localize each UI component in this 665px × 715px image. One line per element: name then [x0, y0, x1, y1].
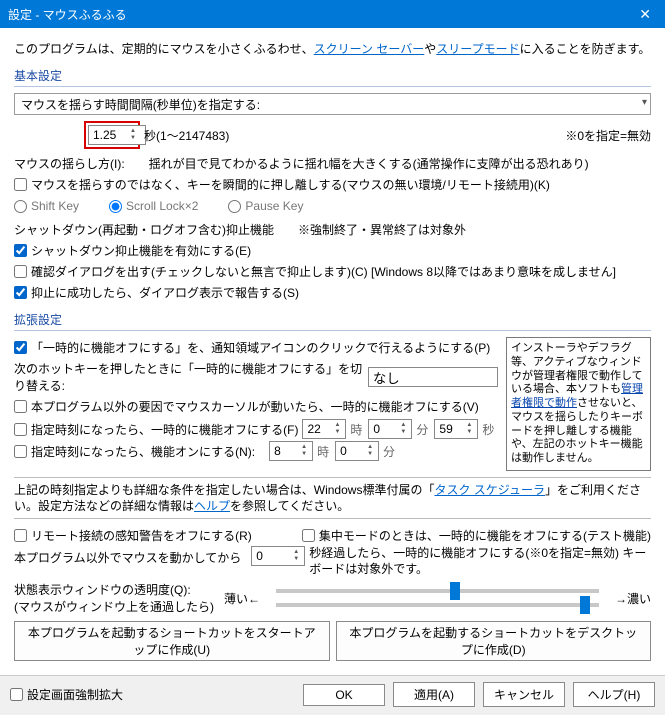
check-force-expand[interactable]: 設定画面強制拡大	[10, 686, 123, 703]
intro-post: に入ることを防ぎます。	[520, 42, 651, 56]
group-ext-label: 拡張設定	[14, 311, 651, 328]
scale-left: 薄い←	[224, 590, 260, 607]
check-time-off-label: 指定時刻になったら、一時的に機能オフにする(F)	[31, 421, 298, 438]
spinner-buttons[interactable]: ▲▼	[367, 444, 373, 458]
link-help-inline[interactable]: ヘルプ	[194, 499, 230, 513]
check-focus-mode-label: 集中モードのときは、一時的に機能をオフにする(テスト機能)	[319, 527, 651, 544]
link-sleepmode[interactable]: スリープモード	[436, 42, 519, 56]
hotkey-input[interactable]	[368, 367, 498, 387]
check-tray-toggle[interactable]: 「一時的に機能オフにする」を、通知領域アイコンのクリックで行えるようにする(P)	[14, 339, 490, 356]
check-time-on[interactable]: 指定時刻になったら、機能オンにする(N):	[14, 443, 255, 460]
interval-unit: 秒(1～2147483)	[144, 127, 229, 144]
hotkey-label: 次のホットキーを押したときに「一時的に機能オフにする」を切り替える:	[14, 360, 364, 394]
check-focus-mode[interactable]: 集中モードのときは、一時的に機能をオフにする(テスト機能)	[302, 527, 651, 544]
btn-create-startup-shortcut[interactable]: 本プログラムを起動するショートカットをスタートアップに作成(U)	[14, 621, 330, 661]
check-other-cursor[interactable]: 本プログラム以外の要因でマウスカーソルが動いたら、一時的に機能オフにする(V)	[14, 398, 479, 415]
interval-combo[interactable]: マウスを揺らす時間間隔(秒単位)を指定する:	[14, 93, 651, 115]
check-other-cursor-label: 本プログラム以外の要因でマウスカーソルが動いたら、一時的に機能オフにする(V)	[31, 398, 479, 415]
check-remote-warn[interactable]: リモート接続の感知警告をオフにする(R)	[14, 527, 252, 544]
idle-note: 秒経過したら、一時的に機能オフにする(※0を指定=無効) キーボードは対象外です…	[309, 546, 651, 577]
radio-pause-label: Pause Key	[245, 199, 303, 213]
ok-button[interactable]: OK	[303, 684, 385, 706]
btn-create-desktop-shortcut[interactable]: 本プログラムを起動するショートカットをデスクトップに作成(D)	[336, 621, 652, 661]
idle-label: 本プログラム以外でマウスを動かしてから	[14, 546, 241, 566]
sched-note-pre: 上記の時刻指定よりも詳細な条件を指定したい場合は、Windows標準付属の「	[14, 483, 434, 497]
spinner-buttons[interactable]: ▲▼	[334, 422, 340, 436]
spinner-buttons[interactable]: ▲▼	[130, 128, 136, 142]
group-basic-label: 基本設定	[14, 67, 651, 84]
intro-pre: このプログラムは、定期的にマウスを小さくふるわせ、	[14, 42, 314, 56]
radio-scroll-lock[interactable]: Scroll Lock×2	[109, 199, 198, 213]
check-shutdown-report[interactable]: 抑止に成功したら、ダイアログ表示で報告する(S)	[14, 284, 299, 301]
spinner-buttons[interactable]: ▲▼	[293, 549, 299, 563]
admin-rights-infobox: インストーラやデフラグ等、アクティブなウィンドウが管理者権限で動作している場合、…	[506, 337, 651, 471]
opacity-label: 状態表示ウィンドウの透明度(Q):	[14, 581, 214, 598]
apply-button[interactable]: 適用(A)	[393, 682, 475, 707]
radio-pause-key[interactable]: Pause Key	[228, 199, 303, 213]
check-shutdown-report-label: 抑止に成功したら、ダイアログ表示で報告する(S)	[31, 284, 299, 301]
check-no-shake-keypress-label: マウスを揺らすのではなく、キーを瞬間的に押し離しする(マウスの無い環境/リモート…	[31, 176, 550, 193]
spinner-buttons[interactable]: ▲▼	[400, 422, 406, 436]
divider	[14, 86, 651, 87]
opacity-sublabel: (マウスがウィンドウ上を通過したら)	[14, 598, 214, 615]
help-button[interactable]: ヘルプ(H)	[573, 682, 655, 707]
interval-zero-note: ※0を指定=無効	[565, 127, 651, 144]
shake-method-desc: 揺れが目で見てわかるように揺れ幅を大きくする(通常操作に支障が出る恐れあり)	[149, 155, 589, 172]
sched-note-post: を参照してください。	[230, 499, 349, 513]
check-tray-toggle-label: 「一時的に機能オフにする」を、通知領域アイコンのクリックで行えるようにする(P)	[31, 339, 490, 356]
intro-text: このプログラムは、定期的にマウスを小さくふるわせ、スクリーン セーバーやスリープ…	[14, 40, 651, 57]
link-screensaver[interactable]: スクリーン セーバー	[314, 42, 425, 56]
check-shutdown-confirm[interactable]: 確認ダイアログを出す(チェックしないと無言で抑止します)(C) [Windows…	[14, 263, 616, 280]
spinner-buttons[interactable]: ▲▼	[466, 422, 472, 436]
unit-hour: 時	[317, 443, 329, 460]
shutdown-header: シャットダウン(再起動・ログオフ含む)抑止機能 ※強制終了・異常終了は対象外	[14, 221, 651, 238]
check-shutdown-enable[interactable]: シャットダウン抑止機能を有効にする(E)	[14, 242, 251, 259]
check-shutdown-enable-label: シャットダウン抑止機能を有効にする(E)	[31, 242, 251, 259]
interval-spinner-highlight: ▲▼	[84, 121, 140, 149]
spinner-buttons[interactable]: ▲▼	[301, 444, 307, 458]
unit-min: 分	[416, 421, 428, 438]
radio-scroll-label: Scroll Lock×2	[126, 199, 198, 213]
unit-hour: 時	[350, 421, 362, 438]
unit-min: 分	[383, 443, 395, 460]
scale-right: →濃い	[615, 590, 651, 607]
radio-shift-key[interactable]: Shift Key	[14, 199, 79, 213]
check-time-off[interactable]: 指定時刻になったら、一時的に機能オフにする(F)	[14, 421, 298, 438]
check-remote-warn-label: リモート接続の感知警告をオフにする(R)	[31, 527, 252, 544]
radio-shift-label: Shift Key	[31, 199, 79, 213]
check-no-shake-keypress[interactable]: マウスを揺らすのではなく、キーを瞬間的に押し離しする(マウスの無い環境/リモート…	[14, 176, 550, 193]
intro-mid: や	[424, 42, 436, 56]
check-shutdown-confirm-label: 確認ダイアログを出す(チェックしないと無言で抑止します)(C) [Windows…	[31, 263, 616, 280]
divider	[14, 330, 651, 331]
check-time-on-label: 指定時刻になったら、機能オンにする(N):	[31, 443, 255, 460]
cancel-button[interactable]: キャンセル	[483, 682, 565, 707]
interval-spinner[interactable]	[88, 125, 146, 145]
check-force-expand-label: 設定画面強制拡大	[27, 686, 123, 703]
link-task-scheduler[interactable]: タスク スケジューラ	[434, 483, 545, 497]
shake-method-label: マウスの揺らし方(I):	[14, 155, 125, 172]
scheduler-note: 上記の時刻指定よりも詳細な条件を指定したい場合は、Windows標準付属の「タス…	[14, 477, 651, 519]
unit-sec: 秒	[482, 421, 494, 438]
opacity-slider-1[interactable]	[276, 589, 599, 593]
opacity-slider-2[interactable]	[276, 603, 599, 607]
window-title: 設定 - マウスふるふる	[8, 6, 127, 23]
close-icon[interactable]: ✕	[633, 6, 657, 23]
